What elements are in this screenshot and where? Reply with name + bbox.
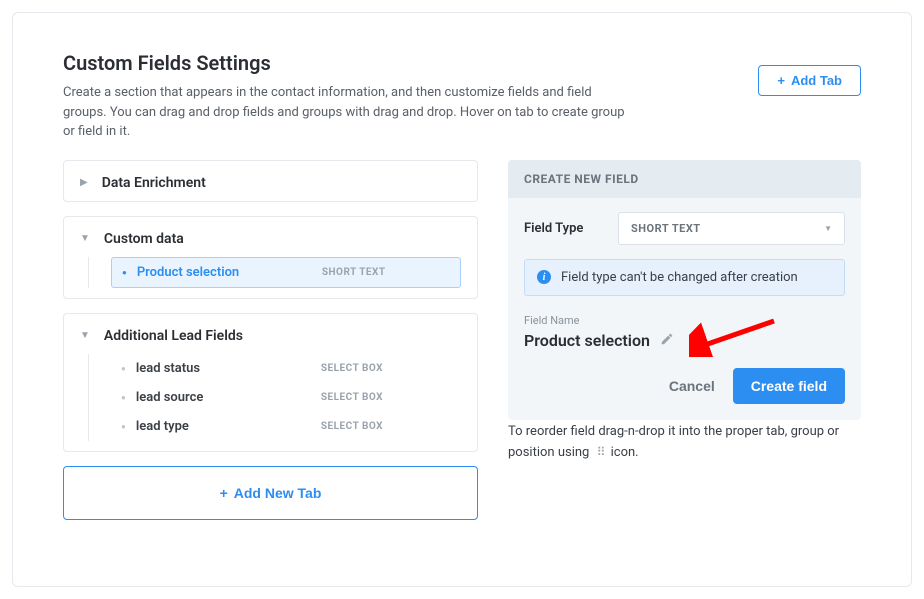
field-name-value: Product selection	[524, 331, 650, 350]
field-list: ● Product selection SHORT TEXT	[88, 257, 461, 288]
add-tab-button[interactable]: + Add Tab	[758, 65, 861, 96]
page-description: Create a section that appears in the con…	[63, 83, 633, 142]
field-type-row: Field Type SHORT TEXT ▼	[524, 212, 845, 245]
bullet-icon: ●	[121, 422, 126, 431]
field-label: lead status	[136, 361, 311, 376]
helper-text-after: icon.	[611, 445, 639, 460]
chevron-down-icon: ▼	[80, 330, 90, 341]
caret-down-icon: ▼	[824, 224, 832, 233]
field-row-lead-status[interactable]: ● lead status SELECT BOX	[111, 354, 461, 383]
field-row-lead-source[interactable]: ● lead source SELECT BOX	[111, 383, 461, 412]
field-label: lead source	[136, 390, 311, 405]
section-header[interactable]: ▼ Additional Lead Fields	[80, 328, 461, 344]
settings-card: Custom Fields Settings Create a section …	[12, 12, 912, 587]
chevron-right-icon: ▶	[80, 177, 88, 188]
left-column: ▶ Data Enrichment ▼ Custom data ● Produc…	[63, 160, 478, 520]
actions-row: Cancel Create field	[524, 368, 845, 404]
section-header[interactable]: ▼ Custom data	[80, 231, 461, 247]
create-panel-header: CREATE NEW FIELD	[508, 160, 861, 198]
section-data-enrichment[interactable]: ▶ Data Enrichment	[63, 160, 478, 202]
header-text: Custom Fields Settings Create a section …	[63, 51, 633, 142]
field-row-lead-type[interactable]: ● lead type SELECT BOX	[111, 412, 461, 441]
field-type-label: Field Type	[524, 221, 604, 236]
field-type-badge: SELECT BOX	[321, 392, 383, 403]
section-title: Custom data	[104, 231, 184, 247]
drag-handle-icon: ⠿	[597, 450, 604, 455]
plus-icon: +	[777, 73, 785, 88]
add-new-tab-button[interactable]: + Add New Tab	[63, 466, 478, 520]
right-column: CREATE NEW FIELD Field Type SHORT TEXT ▼…	[508, 160, 861, 463]
section-header[interactable]: ▶ Data Enrichment	[80, 175, 461, 191]
field-type-badge: SELECT BOX	[321, 421, 383, 432]
field-type-select[interactable]: SHORT TEXT ▼	[618, 212, 845, 245]
add-new-tab-label: Add New Tab	[234, 485, 322, 501]
bullet-icon: ●	[121, 393, 126, 402]
field-type-badge: SELECT BOX	[321, 363, 383, 374]
field-list: ● lead status SELECT BOX ● lead source S…	[88, 354, 461, 441]
field-type-badge: SHORT TEXT	[322, 267, 386, 278]
field-row-product-selection[interactable]: ● Product selection SHORT TEXT	[111, 257, 461, 288]
create-field-button[interactable]: Create field	[733, 368, 845, 404]
section-additional-lead-fields: ▼ Additional Lead Fields ● lead status S…	[63, 313, 478, 452]
section-custom-data: ▼ Custom data ● Product selection SHORT …	[63, 216, 478, 299]
field-name-label: Field Name	[524, 314, 845, 327]
add-tab-label: Add Tab	[791, 73, 842, 88]
columns: ▶ Data Enrichment ▼ Custom data ● Produc…	[63, 160, 861, 520]
info-text: Field type can't be changed after creati…	[561, 270, 798, 285]
plus-icon: +	[220, 485, 228, 501]
helper-text-before: To reorder field drag-n-drop it into the…	[508, 424, 839, 461]
bullet-icon: ●	[121, 364, 126, 373]
field-label: Product selection	[137, 265, 312, 280]
section-title: Data Enrichment	[102, 175, 206, 191]
bullet-icon: ●	[122, 268, 127, 277]
header-row: Custom Fields Settings Create a section …	[63, 51, 861, 142]
cancel-button[interactable]: Cancel	[669, 378, 715, 394]
create-field-panel: CREATE NEW FIELD Field Type SHORT TEXT ▼…	[508, 160, 861, 420]
section-title: Additional Lead Fields	[104, 328, 243, 344]
chevron-down-icon: ▼	[80, 233, 90, 244]
field-name-row: Product selection	[524, 331, 845, 350]
page-title: Custom Fields Settings	[63, 51, 633, 75]
pencil-icon[interactable]	[660, 331, 674, 350]
info-icon: i	[537, 270, 551, 284]
create-panel-body: Field Type SHORT TEXT ▼ i Field type can…	[508, 198, 861, 420]
info-banner: i Field type can't be changed after crea…	[524, 259, 845, 296]
helper-text: To reorder field drag-n-drop it into the…	[508, 424, 839, 461]
field-type-value: SHORT TEXT	[631, 222, 701, 235]
field-label: lead type	[136, 419, 311, 434]
